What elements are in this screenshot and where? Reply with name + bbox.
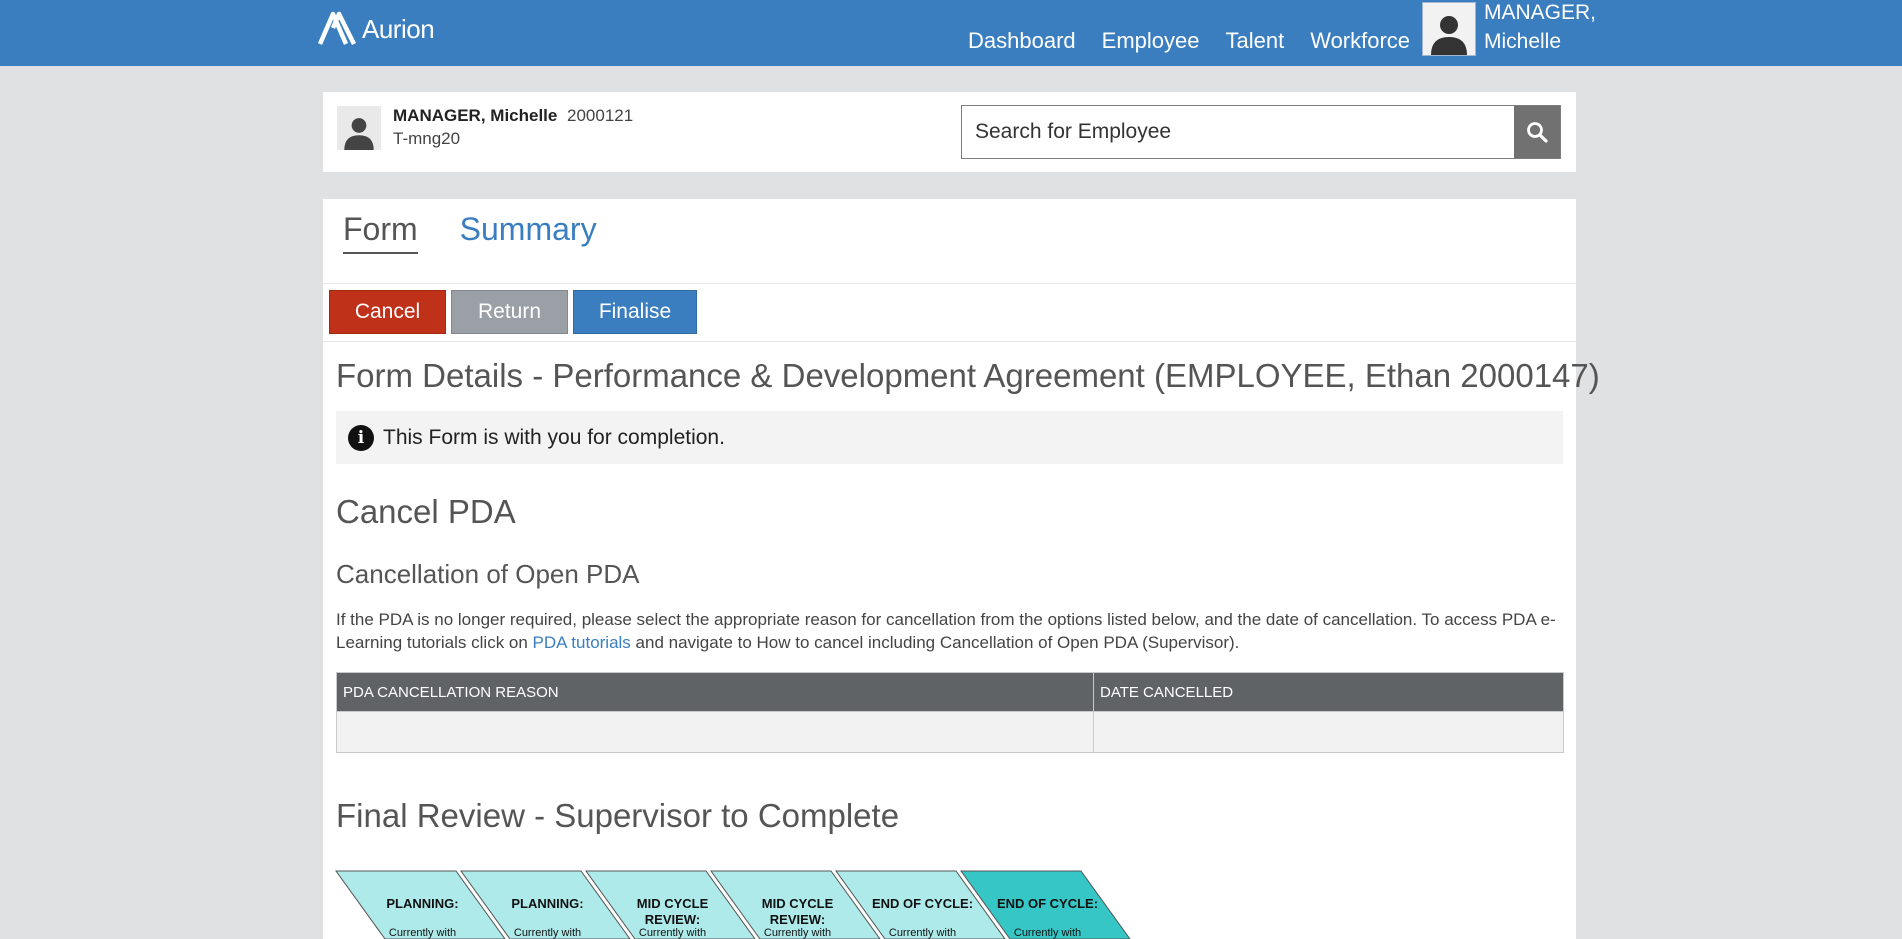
employee-header-card: MANAGER, Michelle 2000121 T-mng20 (323, 92, 1576, 172)
cancellation-table: PDA CANCELLATION REASON DATE CANCELLED (336, 672, 1564, 753)
stage-6-label: END OF CYCLE: (996, 896, 1099, 911)
final-review-heading: Final Review - Supervisor to Complete (336, 797, 900, 834)
workflow-stages: PLANNING: Currently with PLANNING: Curre… (335, 870, 1235, 939)
stage-6-status: Currently with (1013, 927, 1082, 939)
stage-1-label: PLANNING: (386, 896, 459, 911)
cancellation-reason-cell[interactable] (336, 711, 1094, 753)
employee-name: MANAGER, Michelle (393, 106, 558, 125)
stage-4-status: Currently with (763, 927, 832, 939)
pda-tutorials-link[interactable]: PDA tutorials (533, 633, 631, 652)
search-button[interactable] (1514, 106, 1560, 158)
info-text: This Form is with you for completion. (383, 425, 725, 449)
column-header-reason: PDA CANCELLATION REASON (336, 672, 1094, 712)
nav-workforce[interactable]: Workforce (1310, 28, 1410, 54)
employee-search (961, 105, 1561, 159)
nav-talent[interactable]: Talent (1225, 28, 1284, 54)
form-tabs: Form Summary (343, 211, 639, 254)
form-title: Form Details - Performance & Development… (336, 357, 1600, 394)
stage-5-status: Currently with (888, 927, 957, 939)
employee-login: T-mng20 (393, 129, 461, 148)
stage-2-status: Currently with (513, 927, 582, 939)
search-icon (1527, 122, 1548, 143)
stage-3-label: MID CYCLE REVIEW: (636, 896, 709, 927)
date-cancelled-cell[interactable] (1093, 711, 1564, 753)
info-icon: i (348, 424, 374, 451)
tab-form[interactable]: Form (343, 211, 418, 254)
stage-2-label: PLANNING: (511, 896, 584, 911)
table-row (336, 711, 1564, 753)
logo-text: Aurion (362, 13, 435, 44)
divider (323, 283, 1576, 284)
stage-3-status: Currently with (638, 927, 707, 939)
cancel-pda-heading: Cancel PDA (336, 493, 516, 530)
employee-id: 2000121 (567, 106, 634, 125)
stage-5-label: END OF CYCLE: (871, 896, 974, 911)
table-header-row: PDA CANCELLATION REASON DATE CANCELLED (336, 672, 1564, 712)
nav-employee[interactable]: Employee (1102, 28, 1200, 54)
finalise-button[interactable]: Finalise (573, 290, 697, 334)
top-navbar: Aurion Dashboard Employee Talent Workfor… (0, 0, 1902, 66)
user-avatar[interactable] (1422, 2, 1476, 56)
form-card: Form Summary Cancel Return Finalise Form… (323, 199, 1600, 939)
employee-avatar (337, 106, 381, 150)
cancellation-subheading: Cancellation of Open PDA (336, 559, 640, 589)
column-header-date: DATE CANCELLED (1093, 672, 1564, 712)
tab-summary[interactable]: Summary (460, 211, 597, 254)
stage-1-status: Currently with (388, 927, 457, 939)
aurion-logo[interactable]: Aurion (316, 6, 435, 48)
person-icon (344, 118, 374, 150)
cancellation-instructions: If the PDA is no longer required, please… (336, 610, 1556, 652)
return-button[interactable]: Return (451, 290, 568, 334)
main-nav: Dashboard Employee Talent Workforce (968, 28, 1436, 54)
cancel-button[interactable]: Cancel (329, 290, 446, 334)
stage-4-label: MID CYCLE REVIEW: (761, 896, 834, 927)
search-input[interactable] (962, 106, 1514, 158)
divider (323, 341, 1576, 342)
user-name[interactable]: MANAGER, Michelle (1484, 0, 1596, 56)
person-icon (1431, 16, 1467, 55)
info-banner: i This Form is with you for completion. (336, 411, 1563, 464)
user-menu[interactable]: MANAGER, Michelle (1422, 0, 1596, 56)
nav-dashboard[interactable]: Dashboard (968, 28, 1076, 54)
action-buttons: Cancel Return Finalise (329, 290, 697, 334)
aurion-logo-icon (317, 11, 357, 46)
